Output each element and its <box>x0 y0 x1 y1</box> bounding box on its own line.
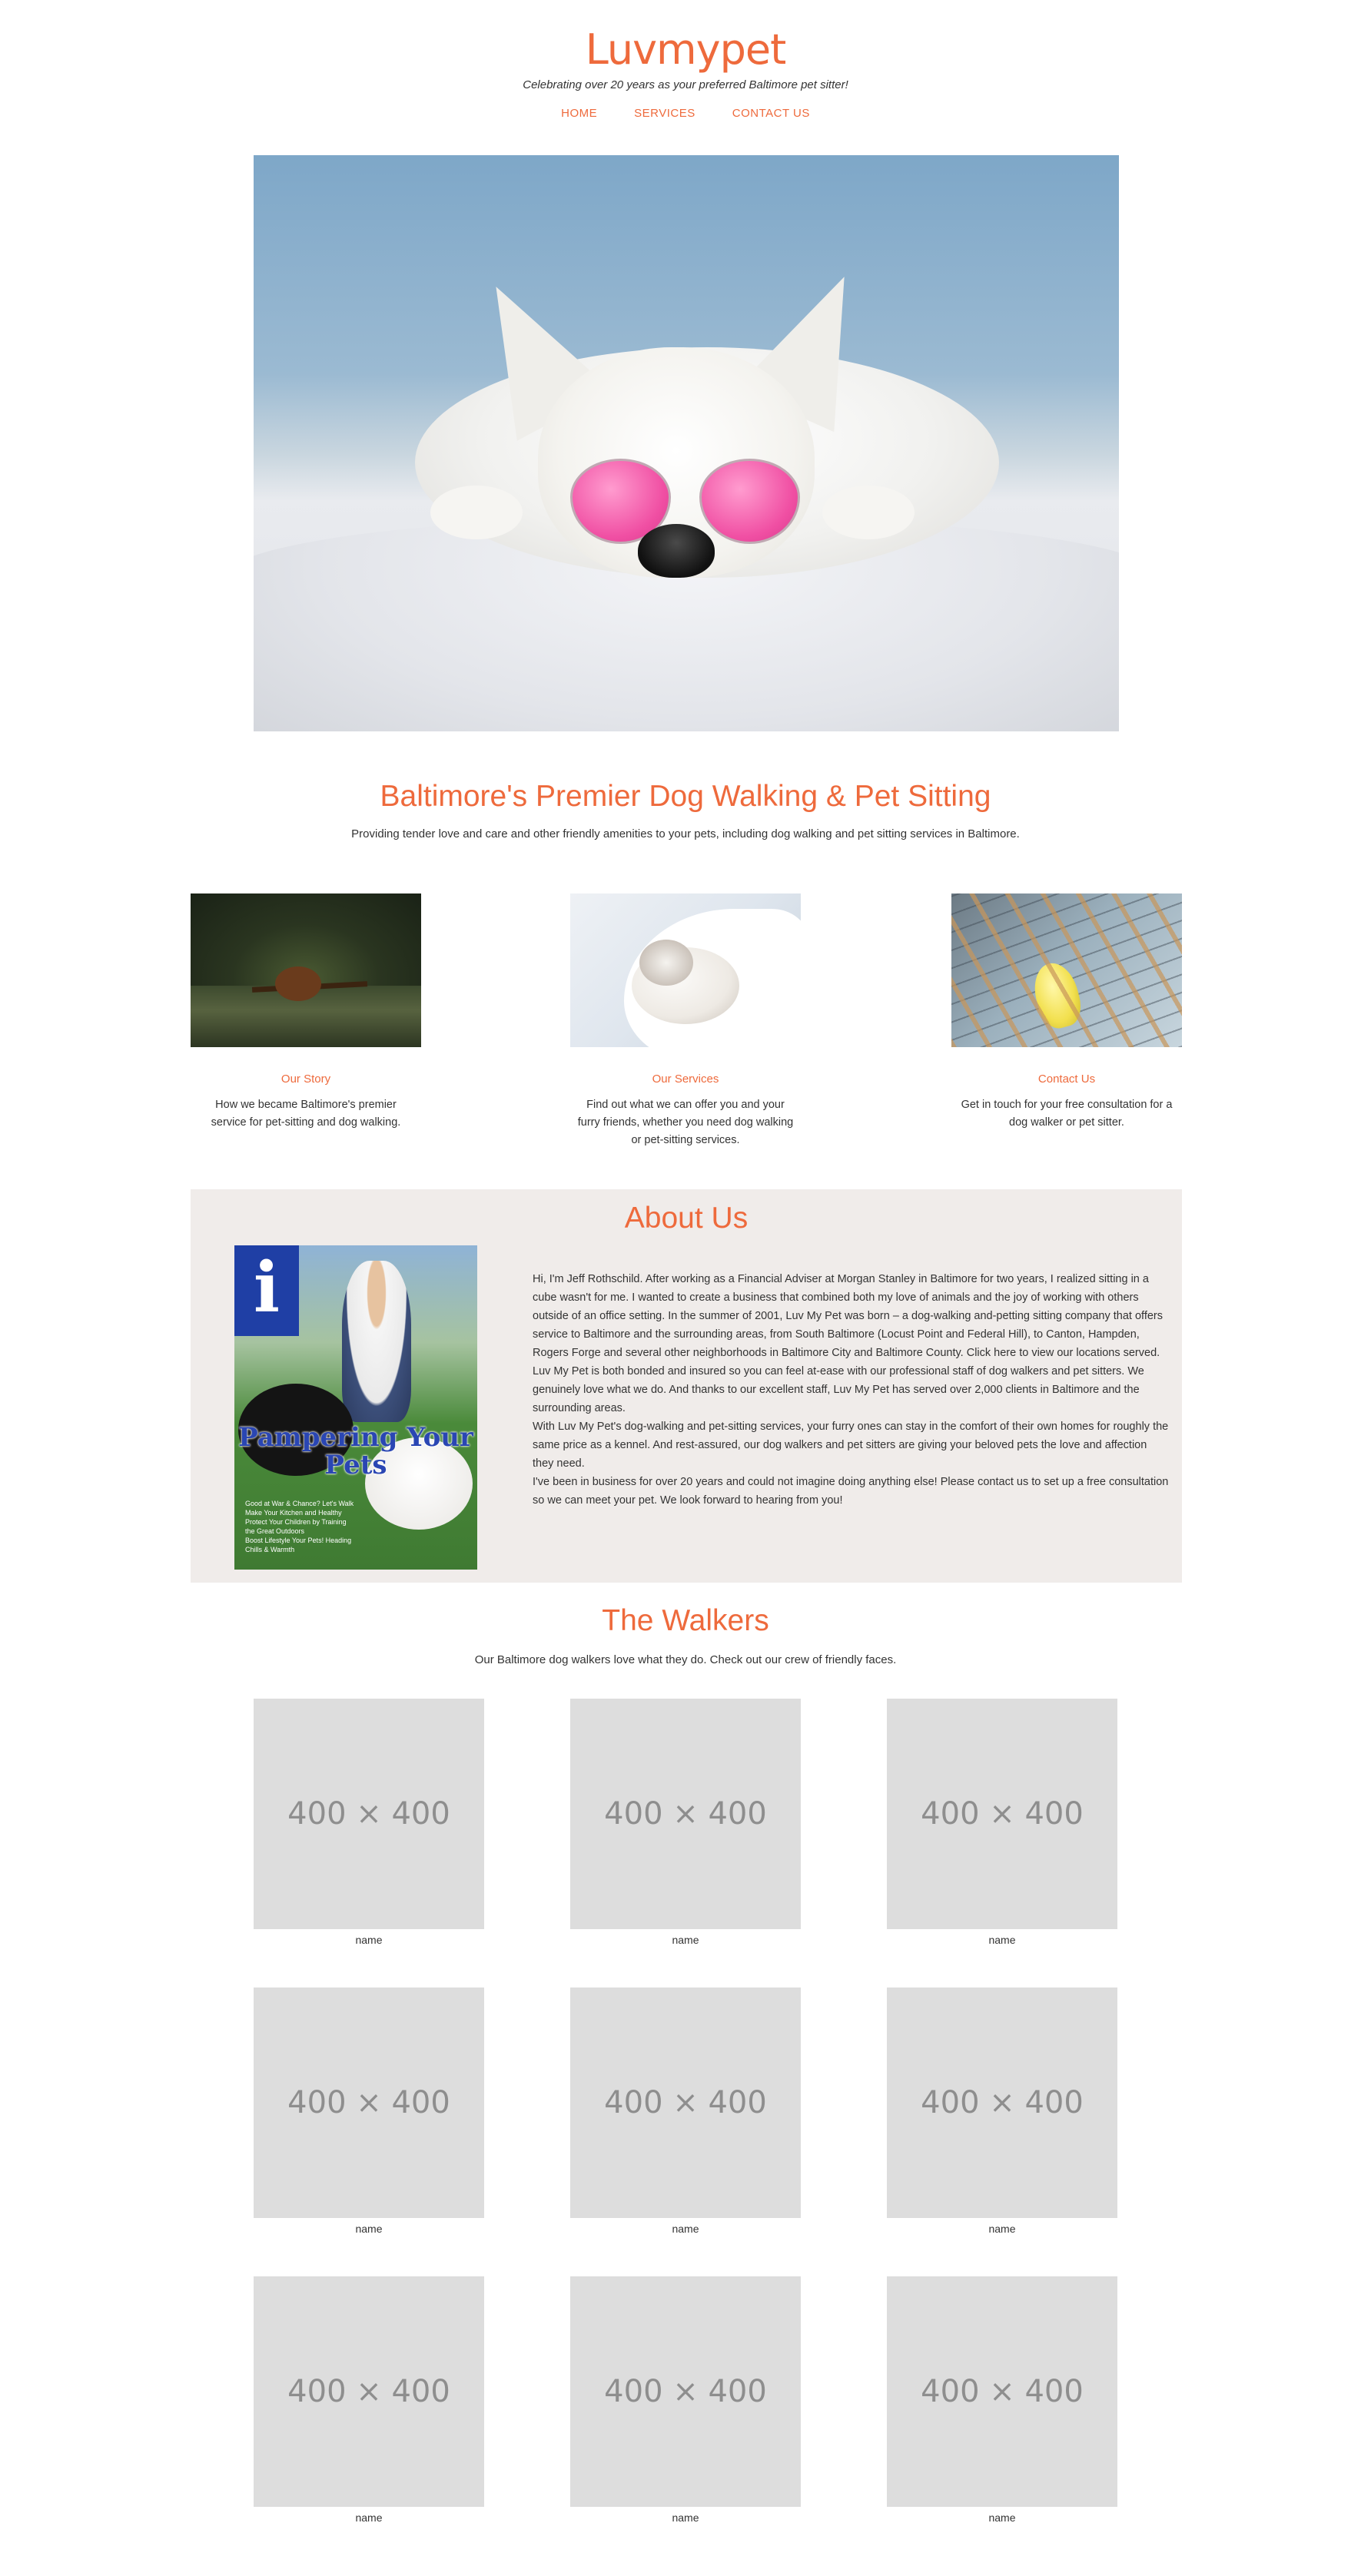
magazine-cover-line: Protect Your Children by Training <box>245 1518 347 1526</box>
page-title: Baltimore's Premier Dog Walking & Pet Si… <box>380 780 991 813</box>
about-paragraph: With Luv My Pet's dog-walking and pet-si… <box>533 1421 1169 1470</box>
magazine-cover-person <box>342 1261 411 1422</box>
walker-card: 400 × 400 name <box>887 1699 1117 1946</box>
feature-contact-us: Contact Us Get in touch for your free co… <box>951 893 1182 1132</box>
about-title: About Us <box>624 1202 749 1235</box>
walker-card: 400 × 400 name <box>570 1988 801 2235</box>
walker-photo-placeholder: 400 × 400 <box>254 2276 484 2507</box>
hero-dog-paw-left <box>430 486 523 539</box>
walker-card: 400 × 400 name <box>887 2276 1117 2524</box>
magazine-cover-line: Make Your Kitchen and Healthy <box>245 1509 342 1517</box>
walker-card: 400 × 400 name <box>254 2276 484 2524</box>
walker-card: 400 × 400 name <box>887 1988 1117 2235</box>
feature-title-link[interactable]: Our Services <box>570 1073 801 1086</box>
magazine-cover-image: i Pampering Your Pets Good at War & Chan… <box>234 1245 477 1570</box>
walkers-subtitle: Our Baltimore dog walkers love what they… <box>474 1653 897 1666</box>
about-section: About Us i Pampering Your Pets Good at W… <box>191 1189 1182 1583</box>
walker-card: 400 × 400 name <box>254 1699 484 1946</box>
hero-dog-paw-right <box>822 486 915 539</box>
feature-title-link[interactable]: Our Story <box>191 1073 421 1086</box>
walker-name: name <box>988 2511 1016 2524</box>
magazine-masthead: i <box>234 1245 299 1336</box>
feature-image-cage-bars <box>951 893 1182 1047</box>
feature-image-cat-chair[interactable] <box>570 893 801 1047</box>
feature-image-dog-head <box>275 966 321 1001</box>
about-paragraph: I've been in business for over 20 years … <box>533 1476 1169 1507</box>
walker-photo-placeholder: 400 × 400 <box>570 1699 801 1929</box>
walker-photo-placeholder: 400 × 400 <box>887 1988 1117 2218</box>
magazine-cover-line: the Great Outdoors <box>245 1527 305 1535</box>
about-paragraph: Luv My Pet is both bonded and insured so… <box>533 1365 1144 1414</box>
feature-image-cat-face <box>639 940 693 986</box>
site-tagline: Celebrating over 20 years as your prefer… <box>523 78 848 91</box>
nav-home-link[interactable]: HOME <box>561 107 597 120</box>
feature-description: How we became Baltimore's premier servic… <box>211 1099 401 1129</box>
magazine-cover-lines: Good at War & Chance? Let's Walk Make Yo… <box>245 1499 376 1554</box>
walkers-title: The Walkers <box>602 1604 769 1637</box>
main-nav: HOME SERVICES CONTACT US <box>0 107 1371 120</box>
hero-dog-nose <box>638 524 715 578</box>
about-body: Hi, I'm Jeff Rothschild. After working a… <box>533 1270 1170 1510</box>
walker-name: name <box>988 2223 1016 2235</box>
walker-photo-placeholder: 400 × 400 <box>887 2276 1117 2507</box>
walker-name: name <box>988 1934 1016 1946</box>
walker-name: name <box>672 2223 699 2235</box>
site-logo[interactable]: Luvmypet <box>0 23 1371 77</box>
walker-photo-placeholder: 400 × 400 <box>254 1988 484 2218</box>
nav-contact-link[interactable]: CONTACT US <box>732 107 810 120</box>
walker-name: name <box>355 2223 383 2235</box>
page-subtitle: Providing tender love and care and other… <box>351 827 1020 840</box>
walker-photo-placeholder: 400 × 400 <box>254 1699 484 1929</box>
feature-title-link[interactable]: Contact Us <box>951 1073 1182 1086</box>
nav-services-link[interactable]: SERVICES <box>634 107 695 120</box>
feature-our-story: Our Story How we became Baltimore's prem… <box>191 893 421 1132</box>
magazine-cover-title: Pampering Your Pets <box>238 1422 473 1480</box>
magazine-cover-line: Chills & Warmth <box>245 1546 295 1553</box>
feature-our-services: Our Services Find out what we can offer … <box>570 893 801 1149</box>
walker-card: 400 × 400 name <box>570 1699 801 1946</box>
walker-photo-placeholder: 400 × 400 <box>570 2276 801 2507</box>
walker-photo-placeholder: 400 × 400 <box>570 1988 801 2218</box>
walker-name: name <box>672 1934 699 1946</box>
walker-card: 400 × 400 name <box>570 2276 801 2524</box>
walker-name: name <box>355 1934 383 1946</box>
about-paragraph: Hi, I'm Jeff Rothschild. After working a… <box>533 1273 1163 1359</box>
feature-description: Get in touch for your free consultation … <box>961 1099 1173 1129</box>
magazine-cover-line: Good at War & Chance? Let's Walk <box>245 1500 354 1507</box>
walker-name: name <box>672 2511 699 2524</box>
feature-description: Find out what we can offer you and your … <box>577 1099 794 1146</box>
feature-image-dog-swimming[interactable] <box>191 893 421 1047</box>
walker-name: name <box>355 2511 383 2524</box>
magazine-cover-line: Boost Lifestyle Your Pets! Heading <box>245 1537 352 1544</box>
walker-card: 400 × 400 name <box>254 1988 484 2235</box>
hero-image-dog-sunglasses <box>254 155 1119 731</box>
feature-image-bird-cage[interactable] <box>951 893 1182 1047</box>
walker-photo-placeholder: 400 × 400 <box>887 1699 1117 1929</box>
